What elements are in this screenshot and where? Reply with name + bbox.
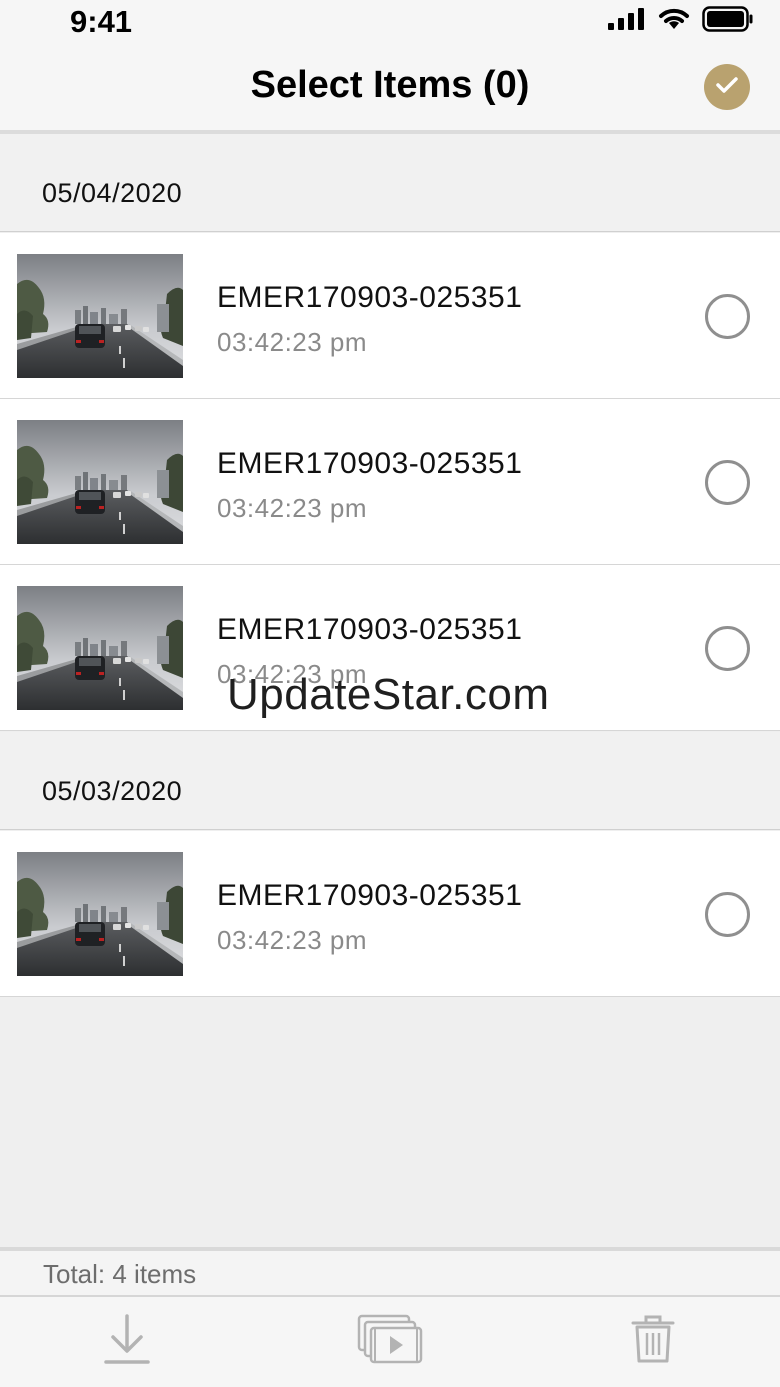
item-time: 03:42:23 pm — [217, 327, 368, 357]
item-title: EMER170903-025351 — [217, 613, 523, 646]
delete-button[interactable] — [623, 1311, 683, 1371]
item-time: 03:42:23 pm — [217, 493, 368, 523]
section-header: 05/04/2020 — [0, 134, 780, 232]
item-time: 03:42:23 pm — [217, 659, 368, 689]
video-thumbnail — [17, 852, 183, 976]
download-button[interactable] — [97, 1311, 157, 1371]
select-radio[interactable] — [705, 626, 750, 671]
list-item[interactable]: EMER170903-025351 03:42:23 pm — [0, 831, 780, 997]
video-gallery-icon — [357, 1314, 423, 1369]
video-thumbnail — [17, 420, 183, 544]
total-count: Total: 4 items — [43, 1259, 197, 1289]
status-time: 9:41 — [70, 4, 133, 39]
item-title: EMER170903-025351 — [217, 281, 523, 314]
signal-icon — [608, 7, 646, 35]
select-radio[interactable] — [705, 294, 750, 339]
download-icon — [103, 1312, 151, 1371]
item-time: 03:42:23 pm — [217, 925, 368, 955]
list-item[interactable]: EMER170903-025351 03:42:23 pm — [0, 565, 780, 731]
video-thumbnail — [17, 586, 183, 710]
list-item[interactable]: EMER170903-025351 03:42:23 pm — [0, 399, 780, 565]
status-bar: 9:41 — [0, 0, 780, 46]
nav-header: Select Items (0) — [0, 46, 780, 130]
item-title: EMER170903-025351 — [217, 879, 523, 912]
wifi-icon — [658, 7, 690, 36]
trash-icon — [629, 1313, 677, 1370]
select-radio[interactable] — [705, 460, 750, 505]
select-radio[interactable] — [705, 892, 750, 937]
checkmark-icon — [716, 76, 738, 99]
total-bar: Total: 4 items — [0, 1251, 780, 1295]
section-date: 05/04/2020 — [42, 178, 183, 208]
bottom-toolbar — [0, 1297, 780, 1387]
status-icons — [608, 5, 754, 37]
section-header: 05/03/2020 — [0, 732, 780, 830]
done-button[interactable] — [704, 64, 750, 110]
video-thumbnail — [17, 254, 183, 378]
battery-icon — [702, 5, 754, 37]
page-title: Select Items (0) — [250, 64, 530, 106]
video-gallery-button[interactable] — [357, 1311, 423, 1371]
section-date: 05/03/2020 — [42, 776, 183, 806]
list-item[interactable]: EMER170903-025351 03:42:23 pm — [0, 233, 780, 399]
item-title: EMER170903-025351 — [217, 447, 523, 480]
